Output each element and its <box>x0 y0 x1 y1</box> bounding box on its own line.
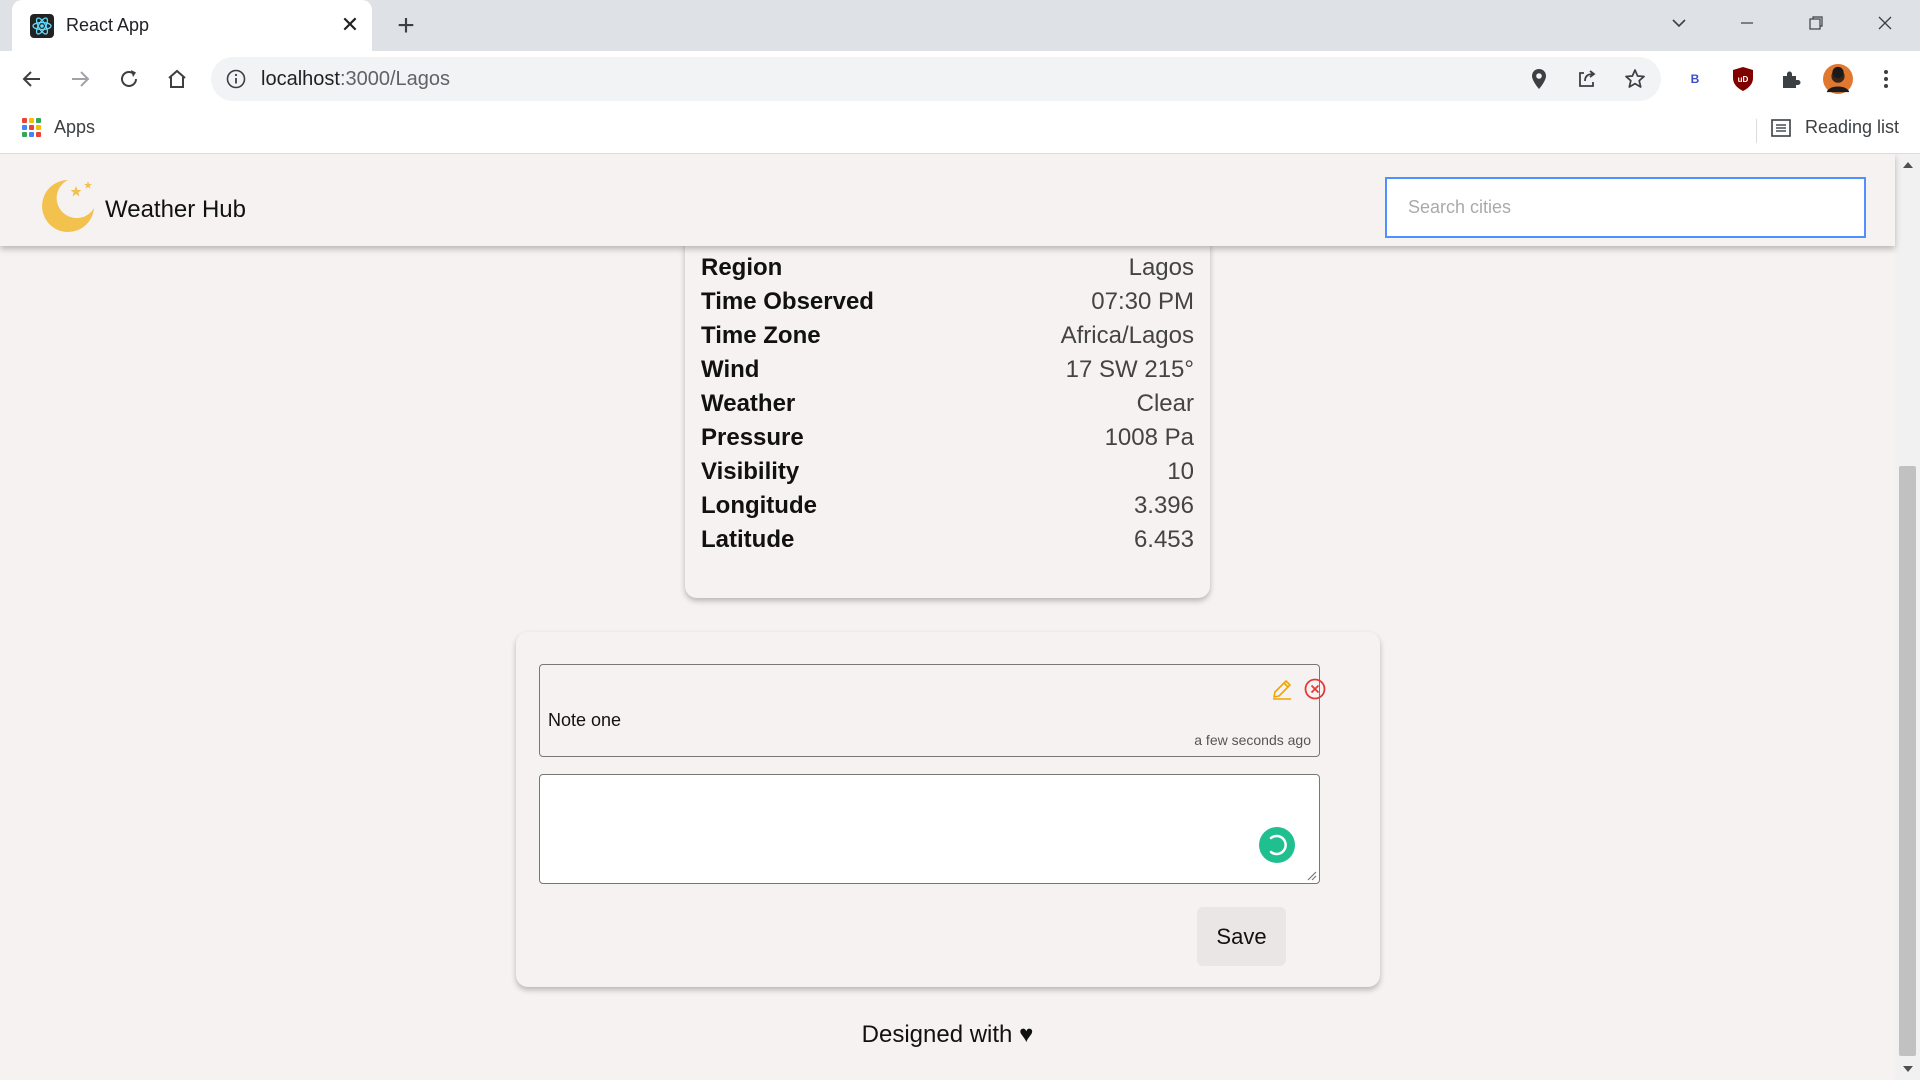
back-icon[interactable] <box>16 63 48 95</box>
bookmark-star-icon[interactable] <box>1623 67 1647 91</box>
url-path: :3000/Lagos <box>339 68 451 90</box>
extensions-puzzle-icon[interactable] <box>1776 64 1806 94</box>
detail-value: Clear <box>1136 390 1194 417</box>
profile-avatar[interactable] <box>1823 64 1853 94</box>
save-button[interactable]: Save <box>1197 907 1286 966</box>
tab-close-icon[interactable]: ✕ <box>338 12 362 37</box>
detail-label: Visibility <box>701 458 800 485</box>
search-cities-input[interactable] <box>1385 177 1866 238</box>
scroll-up-arrow-icon[interactable] <box>1903 162 1913 168</box>
app-header: Weather Hub <box>0 154 1895 246</box>
site-info-icon[interactable] <box>225 68 247 90</box>
reading-list-icon <box>1771 118 1791 137</box>
detail-label: Time Zone <box>701 322 821 349</box>
tab-search-icon[interactable] <box>1659 8 1699 38</box>
detail-value: 07:30 PM <box>1091 288 1194 315</box>
detail-value: 10 <box>1167 458 1194 485</box>
detail-row: Pressure 1008 Pa <box>701 421 1194 455</box>
detail-label: Longitude <box>701 492 817 519</box>
detail-label: Latitude <box>701 526 795 553</box>
detail-value: 3.396 <box>1133 492 1194 519</box>
detail-row: Region Lagos <box>701 251 1194 285</box>
detail-row: Latitude 6.453 <box>701 523 1194 557</box>
note-timestamp: a few seconds ago <box>1194 732 1311 748</box>
browser-tab[interactable]: React App ✕ <box>12 0 372 51</box>
location-pin-icon[interactable] <box>1527 67 1551 91</box>
browser-menu-icon[interactable] <box>1871 64 1901 94</box>
share-icon[interactable] <box>1575 67 1599 91</box>
note-item: Note one a few seconds ago <box>539 664 1326 757</box>
extension-ub-label: uD <box>1738 75 1749 84</box>
detail-label: Time Observed <box>701 288 874 315</box>
detail-row: Weather Clear <box>701 387 1194 421</box>
extension-b-icon[interactable]: B <box>1680 64 1710 94</box>
bookmarks-divider <box>1756 119 1757 143</box>
restore-window-button[interactable] <box>1796 8 1836 38</box>
detail-label: Wind <box>701 356 760 383</box>
detail-row: Time Observed 07:30 PM <box>701 285 1194 319</box>
pencil-icon[interactable] <box>1270 677 1294 701</box>
tab-title: React App <box>66 15 150 35</box>
apps-label: Apps <box>54 117 96 137</box>
reading-list-label: Reading list <box>1805 117 1900 137</box>
detail-row: Visibility 10 <box>701 455 1194 489</box>
reading-list-button[interactable]: Reading list <box>1771 117 1899 138</box>
moon-stars-icon <box>42 180 94 232</box>
scroll-down-arrow-icon[interactable] <box>1903 1066 1913 1072</box>
notes-card: Note one a few seconds ago Save <box>516 632 1380 987</box>
detail-value: 17 SW 215° <box>1065 356 1194 383</box>
detail-label: Region <box>701 254 783 281</box>
home-icon[interactable] <box>161 63 193 95</box>
footer-text: Designed with ♥ <box>861 1021 1034 1048</box>
detail-value: Africa/Lagos <box>1060 322 1194 349</box>
detail-label: Weather <box>701 390 796 417</box>
minimize-window-button[interactable] <box>1727 8 1767 38</box>
loading-spinner-icon[interactable] <box>1259 827 1295 863</box>
url-host: localhost <box>261 68 340 90</box>
bookmarks-bar: Apps Reading list <box>0 107 1920 154</box>
new-note-textarea[interactable] <box>539 774 1320 884</box>
close-circle-icon[interactable] <box>1303 677 1327 701</box>
detail-value: 1008 Pa <box>1104 424 1194 451</box>
detail-label: Pressure <box>701 424 804 451</box>
browser-tabstrip: React App ✕ + <box>0 0 1920 51</box>
detail-row: Wind 17 SW 215° <box>701 353 1194 387</box>
apps-grid-icon <box>22 117 42 138</box>
address-bar[interactable]: localhost:3000/Lagos <box>211 57 1661 101</box>
reload-icon[interactable] <box>113 63 145 95</box>
scrollbar-thumb[interactable] <box>1899 466 1916 1056</box>
browser-toolbar: localhost:3000/Lagos B uD <box>0 51 1920 107</box>
detail-row: Longitude 3.396 <box>701 489 1194 523</box>
note-text: Note one <box>548 710 622 730</box>
react-favicon-icon <box>30 14 54 38</box>
page-viewport: Weather Hub Region Lagos Time Observed 0… <box>0 154 1920 1080</box>
forward-icon[interactable] <box>64 63 96 95</box>
detail-row: Time Zone Africa/Lagos <box>701 319 1194 353</box>
detail-value: Lagos <box>1128 254 1194 281</box>
extension-b-label: B <box>1690 72 1700 86</box>
close-window-button[interactable] <box>1865 8 1905 38</box>
detail-value: 6.453 <box>1133 526 1194 553</box>
ublock-shield-icon[interactable]: uD <box>1728 64 1758 94</box>
resize-handle-icon[interactable] <box>1305 869 1317 881</box>
address-url[interactable]: localhost:3000/Lagos <box>261 68 450 91</box>
page-scrollbar[interactable] <box>1895 154 1920 1080</box>
brand-title: Weather Hub <box>105 196 246 223</box>
weather-details-card: Region Lagos Time Observed 07:30 PM Time… <box>685 234 1210 598</box>
apps-shortcut[interactable]: Apps <box>22 117 95 138</box>
new-tab-button[interactable]: + <box>391 11 421 41</box>
